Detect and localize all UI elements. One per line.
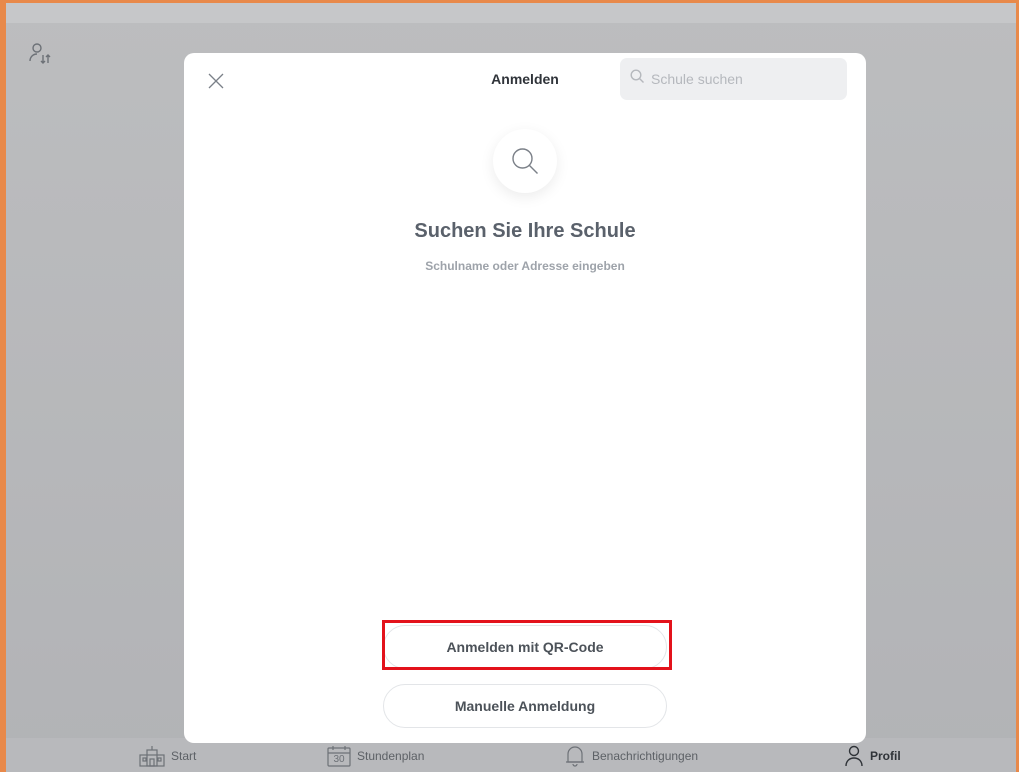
- tab-benachrichtigungen[interactable]: Benachrichtigungen: [564, 744, 698, 768]
- magnifier-icon: [493, 129, 557, 193]
- tab-label: Profil: [870, 749, 901, 763]
- page-subheading: Schulname oder Adresse eingeben: [425, 259, 625, 273]
- tab-label: Stundenplan: [357, 749, 425, 763]
- tab-start[interactable]: Start: [139, 744, 196, 768]
- qr-login-button[interactable]: Anmelden mit QR-Code: [383, 625, 667, 669]
- login-modal: Anmelden Suchen Sie Ihre Schule Schulnam…: [184, 53, 866, 743]
- search-icon: [630, 69, 645, 89]
- tab-profil[interactable]: Profil: [844, 744, 901, 768]
- school-search-field[interactable]: [620, 58, 847, 100]
- tab-stundenplan[interactable]: 30 Stundenplan: [327, 744, 424, 768]
- tab-bar: Start 30 Stundenplan Benachrichtigungen: [6, 738, 1016, 772]
- page-heading: Suchen Sie Ihre Schule: [414, 220, 636, 242]
- school-icon: [139, 745, 165, 767]
- person-icon: [844, 745, 864, 767]
- status-area: [6, 3, 1016, 23]
- tab-label: Benachrichtigungen: [592, 749, 699, 763]
- calendar-day: 30: [333, 754, 345, 765]
- app-window: Start 30 Stundenplan Benachrichtigungen: [0, 0, 1019, 772]
- manual-login-button[interactable]: Manuelle Anmeldung: [383, 684, 667, 728]
- calendar-icon: 30: [327, 745, 351, 767]
- tab-label: Start: [171, 749, 197, 763]
- school-search-input[interactable]: [651, 71, 831, 87]
- bell-icon: [564, 745, 586, 767]
- account-switch-icon[interactable]: [28, 41, 54, 67]
